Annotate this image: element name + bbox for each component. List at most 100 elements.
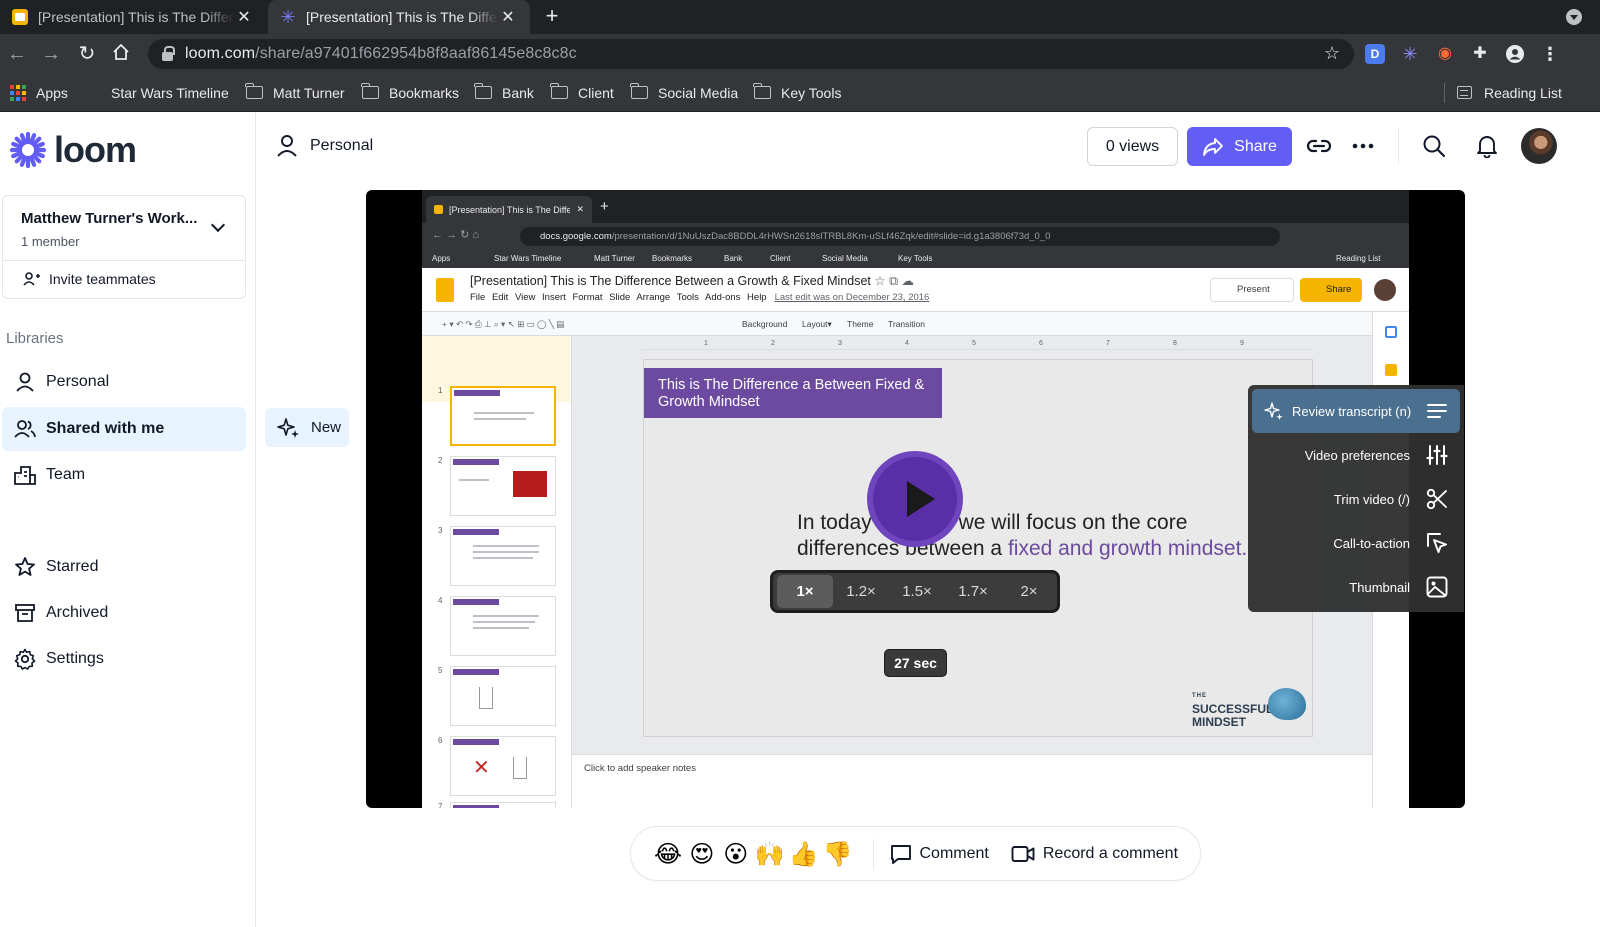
- browser-tab-bar: [Presentation] This is The Difference Be…: [0, 0, 1600, 34]
- emoji-thumbs-down-button[interactable]: 👎: [821, 840, 855, 868]
- scissors-icon: [1426, 488, 1447, 510]
- record-comment-button[interactable]: Record a comment: [1011, 845, 1178, 863]
- sidebar-item-settings[interactable]: Settings: [2, 637, 246, 681]
- archive-icon: [12, 600, 38, 626]
- bookmark-folder-key-tools[interactable]: Key Tools: [753, 74, 841, 111]
- bookmark-folder-bookmarks[interactable]: Bookmarks: [361, 74, 459, 111]
- bookmark-folder-client[interactable]: Client: [550, 74, 614, 111]
- recorded-present-button: Present: [1210, 278, 1294, 302]
- browser-tab-slides[interactable]: [Presentation] This is The Difference Be…: [0, 0, 266, 34]
- workspace-switcher[interactable]: Matthew Turner's Work... 1 member Invite…: [2, 195, 246, 299]
- emoji-surprised-button[interactable]: 😮: [719, 840, 753, 868]
- tab-search-icon[interactable]: [1566, 9, 1582, 25]
- sidebar-item-team[interactable]: Team: [2, 453, 246, 497]
- reload-icon[interactable]: ↻: [76, 43, 98, 65]
- url-text: loom.com/share/a97401f662954b8f8aaf86145…: [185, 45, 577, 62]
- video-preferences-item[interactable]: Video preferences: [1248, 433, 1460, 477]
- building-icon: [12, 462, 38, 488]
- user-avatar[interactable]: [1521, 128, 1557, 164]
- review-transcript-item[interactable]: Review transcript (n): [1252, 389, 1460, 433]
- recorded-doc-title: [Presentation] This is The Difference Be…: [470, 274, 914, 288]
- duration-badge: 27 sec: [884, 649, 947, 677]
- extension-d-icon[interactable]: D: [1365, 44, 1385, 64]
- reading-list-button[interactable]: Reading List: [1457, 74, 1562, 111]
- home-icon[interactable]: [110, 43, 132, 65]
- bookmark-star-wars-timeline[interactable]: Star Wars Timeline: [111, 74, 229, 111]
- speed-option-1-2x[interactable]: 1.2×: [833, 575, 889, 608]
- puzzle-icon[interactable]: ✚: [1470, 44, 1490, 64]
- person-icon: [277, 135, 297, 157]
- recorded-new-tab-icon: +: [600, 198, 609, 215]
- brain-icon: [1268, 688, 1306, 720]
- browser-tab-loom[interactable]: ✳ [Presentation] This is The Difference …: [268, 0, 530, 34]
- close-tab-icon[interactable]: ✕: [498, 7, 518, 27]
- lock-icon: [162, 45, 175, 61]
- emoji-heart-eyes-button[interactable]: 😍: [685, 840, 719, 868]
- back-icon[interactable]: ←: [6, 43, 28, 65]
- recorded-address-bar: ← → ↻ ⌂ docs.google.com/presentation/d/1…: [422, 223, 1409, 250]
- speed-option-1-5x[interactable]: 1.5×: [889, 575, 945, 608]
- bookmark-folder-matt-turner[interactable]: Matt Turner: [245, 74, 345, 111]
- speed-option-1-7x[interactable]: 1.7×: [945, 575, 1001, 608]
- reading-list-icon: [1457, 86, 1472, 99]
- slides-doc-icon: [436, 278, 454, 302]
- share-button[interactable]: Share: [1187, 127, 1292, 166]
- tab-title: [Presentation] This is The Difference Be…: [38, 9, 234, 25]
- bookmark-apps[interactable]: Apps: [10, 74, 68, 111]
- close-tab-icon[interactable]: ✕: [234, 7, 254, 27]
- new-tab-icon[interactable]: +: [540, 5, 564, 29]
- reactions-bar: 😂 😍 😮 🙌 👍 👎 Comment Record a comment: [630, 826, 1201, 881]
- copy-link-icon[interactable]: [1304, 131, 1334, 161]
- loom-wordmark: loom: [54, 129, 137, 170]
- recorded-slide: This is The Difference a Between Fixed &…: [643, 359, 1313, 737]
- apps-grid-icon: [10, 84, 26, 101]
- video-camera-icon: [1011, 845, 1035, 862]
- sidebar-item-personal[interactable]: Personal: [2, 360, 246, 404]
- add-people-icon: [23, 272, 40, 286]
- video-player[interactable]: [Presentation] This is The Difference Be…: [366, 190, 1465, 808]
- forward-icon[interactable]: →: [40, 43, 62, 65]
- speed-option-2x[interactable]: 2×: [1001, 575, 1057, 608]
- google-slides-icon: [12, 9, 28, 25]
- extension-orange-icon[interactable]: ◉: [1435, 44, 1455, 64]
- emoji-laugh-button[interactable]: 😂: [651, 840, 685, 868]
- address-bar: ← → ↻ loom.com/share/a97401f662954b8f8aa…: [0, 34, 1600, 74]
- comment-icon: [890, 844, 911, 864]
- call-to-action-item[interactable]: Call-to-action: [1248, 521, 1460, 565]
- sparkle-icon: [277, 417, 299, 438]
- views-count-button[interactable]: 0 views: [1087, 127, 1178, 166]
- url-input[interactable]: loom.com/share/a97401f662954b8f8aaf86145…: [148, 39, 1354, 69]
- new-button[interactable]: New: [265, 408, 349, 447]
- recorded-url: docs.google.com/presentation/d/1NuUszDac…: [520, 227, 1280, 246]
- loom-logo[interactable]: loom: [9, 129, 137, 170]
- notifications-bell-icon[interactable]: [1472, 131, 1502, 161]
- sidebar: loom Matthew Turner's Work... 1 member I…: [0, 112, 256, 927]
- profile-icon[interactable]: [1505, 44, 1525, 64]
- bookmark-folder-social-media[interactable]: Social Media: [630, 74, 738, 111]
- bookmark-folder-bank[interactable]: Bank: [474, 74, 534, 111]
- comment-button[interactable]: Comment: [890, 843, 989, 865]
- sidebar-item-starred[interactable]: Starred: [2, 545, 246, 589]
- kebab-menu-icon[interactable]: ⋮: [1540, 44, 1560, 64]
- breadcrumb-personal[interactable]: Personal: [276, 134, 373, 158]
- emoji-raised-hands-button[interactable]: 🙌: [753, 840, 787, 868]
- more-options-icon[interactable]: [1348, 131, 1378, 161]
- folder-icon: [630, 83, 648, 99]
- chevron-down-icon[interactable]: [210, 217, 226, 233]
- speed-option-1x[interactable]: 1×: [777, 575, 833, 608]
- emoji-thumbs-up-button[interactable]: 👍: [787, 840, 821, 868]
- sliders-icon: [1426, 445, 1448, 465]
- search-icon[interactable]: [1419, 131, 1449, 161]
- loom-extension-icon[interactable]: ✳: [1400, 44, 1420, 64]
- recorded-avatar: [1374, 279, 1396, 301]
- playback-speed-selector: 1× 1.2× 1.5× 1.7× 2×: [770, 570, 1060, 613]
- thumbnail-item[interactable]: Thumbnail: [1248, 565, 1460, 609]
- recorded-share-button: Share: [1300, 278, 1362, 302]
- invite-teammates-button[interactable]: Invite teammates: [23, 271, 156, 287]
- trim-video-item[interactable]: Trim video (/): [1248, 477, 1460, 521]
- bookmark-star-icon[interactable]: ☆: [1324, 43, 1340, 64]
- sidebar-item-archived[interactable]: Archived: [2, 591, 246, 635]
- sidebar-item-shared-with-me[interactable]: Shared with me: [2, 407, 246, 451]
- loom-logo-icon: [9, 131, 47, 169]
- play-button[interactable]: [867, 451, 963, 547]
